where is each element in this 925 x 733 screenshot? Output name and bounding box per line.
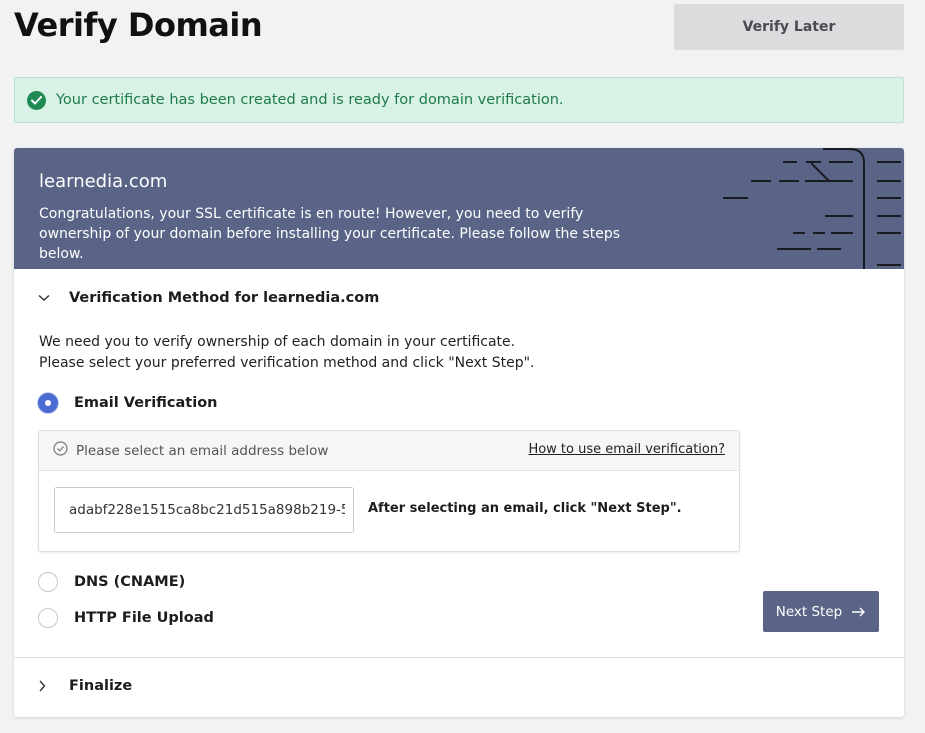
email-selection-panel: Please select an email address below How… (38, 430, 740, 552)
email-panel-header: Please select an email address below How… (39, 431, 739, 471)
decorative-lines-icon (723, 148, 901, 269)
email-panel-prompt: Please select an email address below (76, 442, 329, 459)
arrow-right-icon (851, 607, 866, 617)
success-alert: Your certificate has been created and is… (14, 77, 904, 123)
domain-name: learnedia.com (39, 171, 168, 192)
finalize-title: Finalize (69, 678, 133, 694)
next-step-button[interactable]: Next Step (763, 591, 879, 632)
dns-cname-radio[interactable] (38, 572, 58, 592)
email-hint: After selecting an email, click "Next St… (368, 501, 682, 516)
chevron-down-icon (38, 294, 50, 302)
http-file-upload-radio[interactable] (38, 608, 58, 628)
verification-card: learnedia.com Congratulations, your SSL … (14, 148, 904, 717)
verification-method-toggle[interactable]: Verification Method for learnedia.com (14, 270, 904, 326)
check-outline-icon (53, 441, 68, 460)
email-verification-help-link[interactable]: How to use email verification? (528, 442, 725, 457)
verification-intro: We need you to verify ownership of each … (39, 334, 535, 371)
email-verification-radio[interactable] (38, 393, 58, 413)
banner-description: Congratulations, your SSL certificate is… (39, 206, 621, 262)
verification-method-title: Verification Method for learnedia.com (69, 290, 380, 306)
http-file-upload-label: HTTP File Upload (74, 610, 214, 626)
email-verification-label: Email Verification (74, 395, 218, 411)
page-title: Verify Domain (14, 6, 263, 44)
selected-email-value: adabf228e1515ca8bc21d515a898b219-55 (69, 502, 345, 518)
chevron-right-icon (38, 680, 50, 692)
finalize-toggle[interactable]: Finalize (14, 658, 904, 714)
email-select[interactable]: adabf228e1515ca8bc21d515a898b219-55 (54, 487, 354, 533)
check-circle-icon (27, 90, 46, 110)
verify-later-button[interactable]: Verify Later (674, 4, 904, 50)
dns-cname-label: DNS (CNAME) (74, 574, 186, 590)
http-file-upload-option[interactable]: HTTP File Upload (38, 608, 214, 628)
next-step-label: Next Step (775, 603, 843, 620)
dns-cname-option[interactable]: DNS (CNAME) (38, 572, 185, 592)
domain-banner: learnedia.com Congratulations, your SSL … (14, 148, 904, 269)
email-verification-option[interactable]: Email Verification (38, 393, 218, 413)
alert-message: Your certificate has been created and is… (56, 92, 564, 108)
